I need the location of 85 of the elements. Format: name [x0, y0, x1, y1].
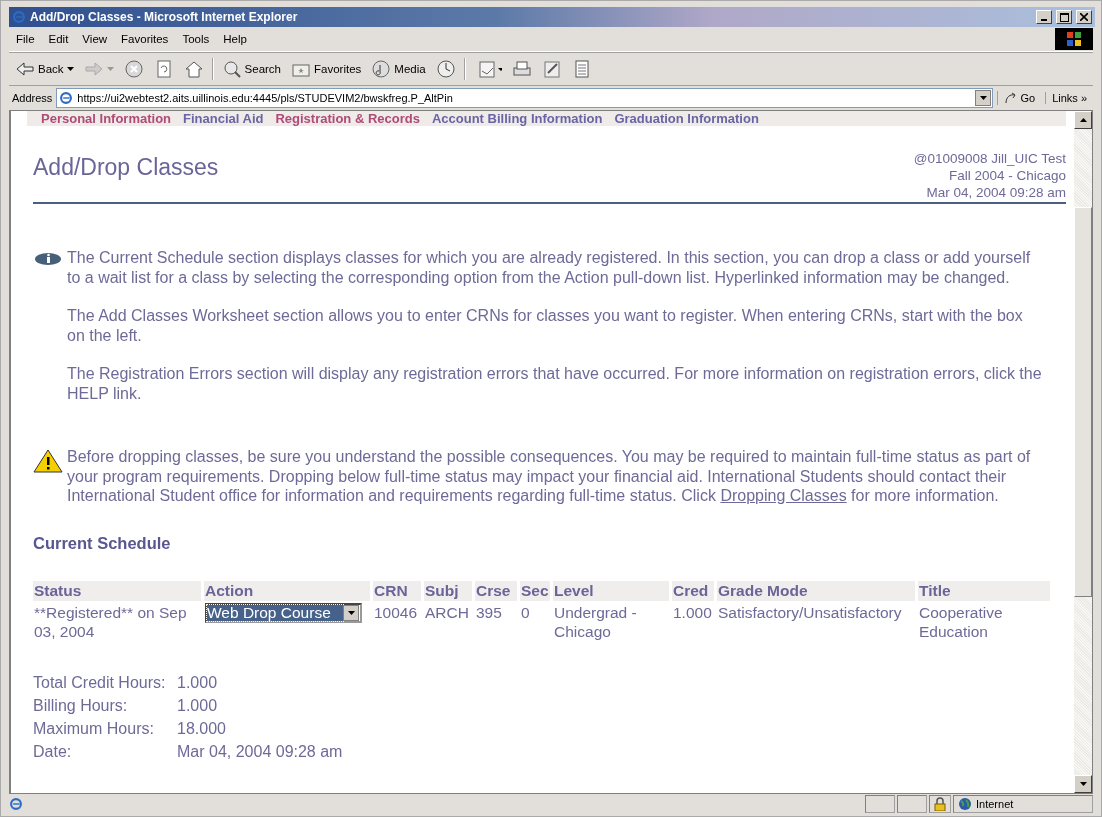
search-button[interactable]: Search [219, 59, 283, 79]
favorites-button[interactable]: Favorites [289, 59, 364, 79]
minimize-button[interactable] [1036, 10, 1052, 24]
caret-icon [347, 610, 355, 615]
address-label: Address [11, 92, 53, 104]
total-value: 1.000 [177, 695, 219, 715]
nav-link[interactable]: Graduation Information [614, 111, 759, 126]
globe-icon [958, 797, 972, 811]
column-header: Title [918, 580, 1050, 601]
menu-item[interactable]: File [9, 33, 42, 45]
table-cell-text: 0 [520, 602, 531, 623]
lock-icon [934, 797, 946, 811]
window-title: Add/Drop Classes - Microsoft Internet Explorer [30, 10, 299, 24]
column-header: Crse [475, 580, 517, 601]
menu-item[interactable]: Favorites [114, 33, 176, 45]
column-header: Grade Mode [717, 580, 915, 601]
down-arrow-icon [1079, 782, 1087, 786]
column-header: Level [553, 580, 669, 601]
menu-item[interactable]: Edit [41, 33, 76, 45]
edit-document-icon [541, 59, 562, 79]
column-header: Subj [424, 580, 472, 601]
user-id: @01009008 Jill_UIC Test [913, 150, 1066, 167]
total-value: 18.000 [177, 718, 227, 738]
scroll-up-button[interactable] [1074, 111, 1092, 129]
table-cell-text: 395 [475, 602, 503, 623]
table-cell-text: 10046 [373, 602, 419, 623]
dropping-classes-link[interactable]: Dropping Classes [720, 487, 847, 504]
total-label: Maximum Hours: [33, 718, 155, 738]
menu-item[interactable]: Help [216, 33, 254, 45]
maximize-icon [1059, 12, 1069, 22]
table-cell-text: ARCH [424, 602, 470, 623]
warning-icon [33, 449, 63, 473]
links-button[interactable]: Links » [1045, 92, 1093, 104]
section-heading: Current Schedule [33, 533, 172, 553]
stop-icon [123, 59, 144, 79]
action-select[interactable]: Web Drop Course [205, 602, 362, 623]
media-button[interactable]: Media [369, 59, 428, 79]
clock-icon [435, 59, 456, 79]
nav-link[interactable]: Personal Information [41, 111, 172, 126]
up-arrow-icon [1079, 118, 1087, 122]
total-value: 1.000 [177, 672, 219, 692]
table-cell-text: 1.000 [672, 602, 713, 623]
back-arrow-icon [15, 59, 35, 79]
table-cell-text: Cooperative Education [918, 602, 1004, 642]
go-button[interactable]: Go [997, 91, 1042, 105]
search-icon [221, 59, 242, 79]
total-value: Mar 04, 2004 09:28 am [177, 741, 344, 761]
media-globe-icon [371, 59, 392, 79]
nav-link[interactable]: Financial Aid [183, 111, 264, 126]
column-header: Sec [520, 580, 550, 601]
page-title: Add/Drop Classes [33, 154, 219, 181]
column-header: Action [204, 580, 370, 601]
info-icon [33, 251, 63, 267]
info-paragraph: The Registration Errors section will display any registration errors that have occurred. For more information on registration errors, click the HELP link. [67, 364, 1043, 403]
info-paragraph: The Current Schedule section displays classes for which you are already registered. In this section, you can drop a class or add yourself to a wait list for a class by selecting the corresponding option from the Action pull-down list. Hyperlinked information may be changed. [67, 248, 1032, 287]
total-label: Date: [33, 741, 73, 761]
nav-link[interactable]: Registration & Records [275, 111, 420, 126]
windows-flag-logo [1055, 28, 1093, 50]
total-label: Total Credit Hours: [33, 672, 167, 692]
scroll-down-button[interactable] [1074, 775, 1092, 793]
table-cell-text: Satisfactory/Unsatisfactory [717, 602, 903, 623]
close-button[interactable] [1076, 10, 1092, 24]
maximize-button[interactable] [1056, 10, 1072, 24]
address-field[interactable]: https://ui2webtest2.aits.uillinois.edu:4445/pls/STUDEVIM2/bwskfreg.P_AltPin [56, 88, 994, 108]
menu-item[interactable]: Tools [175, 33, 217, 45]
column-header: Cred [672, 580, 714, 601]
column-header: CRN [373, 580, 421, 601]
home-icon [183, 59, 204, 79]
printer-icon [511, 59, 532, 79]
close-icon [1080, 13, 1088, 21]
warning-paragraph: Before dropping classes, be sure you understand the possible consequences. You may be required to maintain full-time status as part of your program requirements. Dropping below full-time status may impact your financial aid. International Students should contact their International Student office for information and requirements regarding full-time status. Click Dropping Classes for more information. [67, 447, 1032, 506]
back-button[interactable]: Back [13, 59, 76, 79]
term-label: Fall 2004 - Chicago [948, 167, 1066, 184]
caret-icon [66, 67, 74, 71]
info-paragraph: The Add Classes Worksheet section allows you to enter CRNs for classes you want to register. When entering CRNs, start with the box on the left. [67, 306, 1024, 345]
table-cell-text: Undergrad - Chicago [553, 602, 638, 642]
nav-link[interactable]: Account Billing Information [431, 111, 603, 126]
caret-icon [106, 67, 114, 71]
column-header: Status [33, 580, 201, 601]
timestamp: Mar 04, 2004 09:28 am [926, 184, 1066, 201]
table-cell-text: **Registered** on Sep 03, 2004 [33, 602, 188, 642]
caret-icon [979, 96, 987, 100]
total-label: Billing Hours: [33, 695, 129, 715]
menu-item[interactable]: View [75, 33, 115, 45]
zone-label: Internet [976, 798, 1014, 810]
